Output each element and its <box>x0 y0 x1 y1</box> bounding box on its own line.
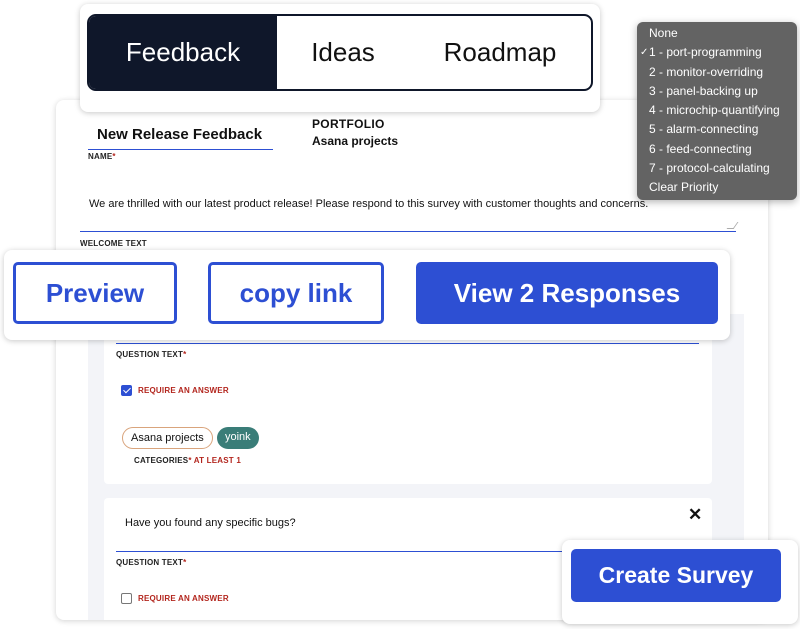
copy-link-button[interactable]: copy link <box>208 262 384 324</box>
name-field-label: NAME* <box>88 152 116 161</box>
required-mark: * <box>112 152 116 161</box>
require-answer-label-2: REQUIRE AN ANSWER <box>138 594 229 603</box>
priority-option-7[interactable]: 7 - protocol-calculating <box>637 159 797 178</box>
priority-option-3[interactable]: 3 - panel-backing up <box>637 82 797 101</box>
tab-group: Feedback Ideas Roadmap <box>87 14 593 91</box>
portfolio-label: PORTFOLIO <box>312 117 385 131</box>
require-answer-label-1: REQUIRE AN ANSWER <box>138 386 229 395</box>
portfolio-value: Asana projects <box>312 134 399 148</box>
priority-option-5[interactable]: 5 - alarm-connecting <box>637 120 797 139</box>
categories-label: CATEGORIES* AT LEAST 1 <box>134 456 241 465</box>
actions-panel: Preview copy link View 2 Responses <box>4 250 730 340</box>
require-answer-checkbox-2[interactable] <box>121 593 132 604</box>
name-label-text: NAME <box>88 152 113 161</box>
tab-ideas[interactable]: Ideas <box>277 16 409 89</box>
question-text-label: QUESTION TEXT <box>116 558 184 567</box>
resize-grip-icon[interactable] <box>726 222 739 229</box>
priority-option-6[interactable]: 6 - feed-connecting <box>637 140 797 159</box>
priority-dropdown: None ✓ 1 - port-programming 2 - monitor-o… <box>637 22 797 200</box>
priority-option-1[interactable]: ✓ 1 - port-programming <box>637 43 797 62</box>
check-icon: ✓ <box>640 47 649 59</box>
create-survey-button[interactable]: Create Survey <box>571 549 781 602</box>
welcome-text-value: We are thrilled with our latest product … <box>89 198 649 210</box>
required-mark: * <box>183 350 187 359</box>
tab-roadmap[interactable]: Roadmap <box>409 16 591 89</box>
survey-name-input[interactable]: New Release Feedback <box>88 122 273 150</box>
required-mark: * <box>188 456 192 465</box>
category-chip-asana-projects[interactable]: Asana projects <box>122 427 213 449</box>
close-icon[interactable]: ✕ <box>688 506 702 523</box>
view-responses-button[interactable]: View 2 Responses <box>416 262 718 324</box>
priority-option-2[interactable]: 2 - monitor-overriding <box>637 63 797 82</box>
preview-button[interactable]: Preview <box>13 262 177 324</box>
priority-option-clear[interactable]: Clear Priority <box>637 178 797 197</box>
question-2-text-label: QUESTION TEXT* <box>116 558 186 567</box>
categories-note: AT LEAST 1 <box>193 456 241 465</box>
question-2-text[interactable]: Have you found any specific bugs? <box>125 517 296 529</box>
tab-feedback[interactable]: Feedback <box>89 16 277 89</box>
category-chip-yoink[interactable]: yoink <box>217 427 259 449</box>
priority-option-label: 1 - port-programming <box>649 45 762 60</box>
require-answer-checkbox-1[interactable] <box>121 385 132 396</box>
create-survey-panel: Create Survey <box>562 540 798 624</box>
welcome-text-label: WELCOME TEXT <box>80 239 147 248</box>
tab-bar-panel: Feedback Ideas Roadmap <box>80 4 600 112</box>
categories-label-text: CATEGORIES <box>134 456 189 465</box>
required-mark: * <box>183 558 187 567</box>
priority-option-none[interactable]: None <box>637 24 797 43</box>
question-text-label: QUESTION TEXT <box>116 350 184 359</box>
priority-option-4[interactable]: 4 - microchip-quantifying <box>637 101 797 120</box>
question-1-text-label: QUESTION TEXT* <box>116 350 186 359</box>
